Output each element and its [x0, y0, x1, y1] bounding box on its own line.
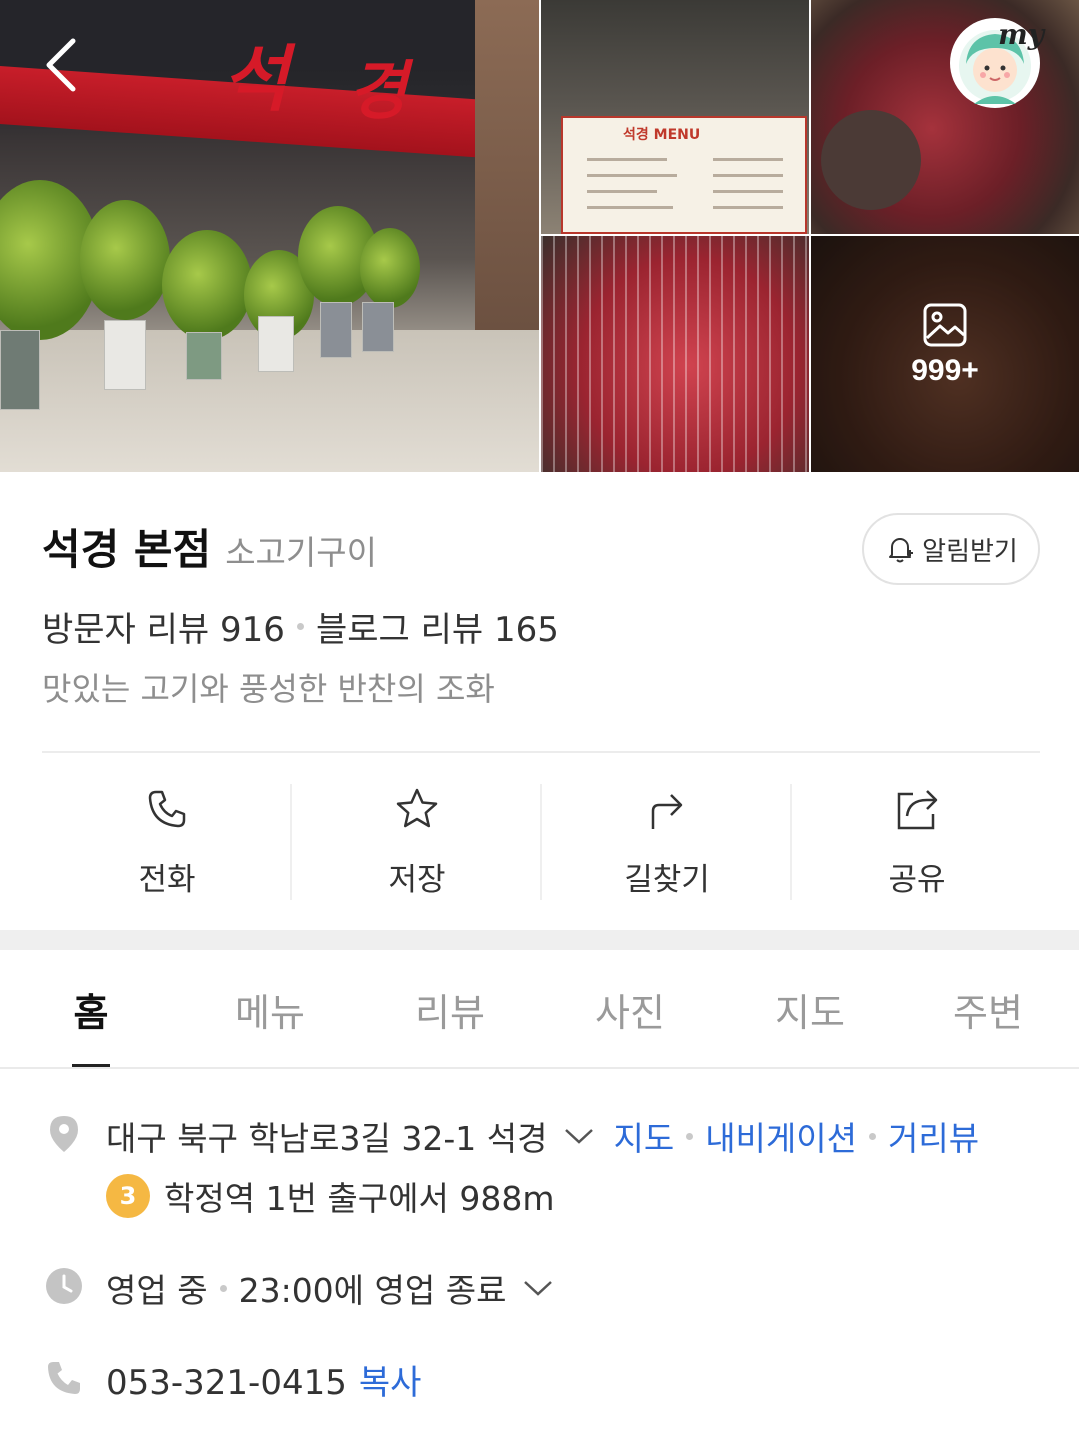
more-photos-tile[interactable]: 999+	[811, 236, 1079, 472]
tab-bar: 홈 메뉴 리뷰 사진 지도 주변	[0, 950, 1079, 1068]
separator-dot	[686, 1132, 694, 1140]
blog-review-link[interactable]: 블로그 리뷰 165	[316, 602, 559, 651]
phone-number[interactable]: 053-321-0415	[106, 1363, 347, 1403]
tab-review[interactable]: 리뷰	[400, 950, 500, 1068]
hours-row[interactable]: 영업 중 23:00에 영업 종료	[106, 1264, 554, 1312]
review-summary: 방문자 리뷰 916 블로그 리뷰 165	[42, 602, 559, 651]
my-profile-button[interactable]: my	[950, 18, 1044, 108]
share-button[interactable]: 공유	[792, 784, 1042, 900]
directions-icon	[651, 794, 683, 829]
call-button[interactable]: 전화	[42, 784, 292, 900]
address-text[interactable]: 대구 북구 학남로3길 32-1 석경	[106, 1112, 547, 1160]
subway-line-badge: 3	[106, 1174, 150, 1218]
menu-board-photo[interactable]: 석경 MENU	[541, 0, 809, 234]
notify-label: 알림받기	[922, 536, 1018, 567]
divider	[0, 1067, 1079, 1069]
notify-button[interactable]: 알림받기	[862, 513, 1040, 585]
directions-button[interactable]: 길찾기	[542, 784, 792, 900]
store-sign-logo: 석	[222, 36, 289, 121]
address-row: 대구 북구 학남로3길 32-1 석경 지도 내비게이션 거리뷰	[106, 1112, 979, 1160]
open-status: 영업 중	[106, 1271, 208, 1310]
location-pin-icon	[44, 1114, 84, 1154]
tab-nearby[interactable]: 주변	[938, 950, 1038, 1068]
tab-map[interactable]: 지도	[760, 950, 860, 1068]
street-view-link[interactable]: 거리뷰	[888, 1112, 979, 1160]
bell-plus-icon	[889, 538, 914, 563]
action-bar: 전화 저장 길찾기 공유	[42, 784, 1042, 900]
subway-info: 3 학정역 1번 출구에서 988m	[106, 1172, 554, 1220]
save-button[interactable]: 저장	[292, 784, 542, 900]
navigation-link[interactable]: 내비게이션	[705, 1112, 857, 1160]
grill-meat-photo[interactable]	[541, 236, 809, 472]
chevron-down-icon[interactable]	[522, 1278, 554, 1298]
tab-menu[interactable]: 메뉴	[220, 950, 320, 1068]
separator-dot	[869, 1132, 876, 1140]
title-row: 석경 본점 소고기구이	[42, 516, 377, 577]
tab-photo[interactable]: 사진	[580, 950, 680, 1068]
place-name: 석경 본점	[42, 525, 212, 574]
map-link[interactable]: 지도	[613, 1112, 674, 1160]
subway-distance: 학정역 1번 출구에서 988m	[164, 1179, 555, 1218]
section-separator	[0, 930, 1079, 950]
phone-row: 053-321-0415 복사	[106, 1355, 421, 1404]
closing-time: 23:00에 영업 종료	[238, 1271, 507, 1310]
photo-grid: 석 경 석경 MENU 999+	[0, 0, 1079, 472]
divider	[290, 784, 292, 900]
chevron-down-icon[interactable]	[563, 1126, 595, 1146]
divider	[790, 784, 792, 900]
separator-dot	[219, 1284, 227, 1292]
star-icon	[396, 788, 438, 828]
phone-icon	[44, 1358, 84, 1398]
photo-count: 999+	[911, 354, 979, 387]
gallery-icon	[923, 303, 967, 347]
place-category: 소고기구이	[225, 533, 377, 572]
chevron-left-icon	[46, 38, 76, 92]
copy-button[interactable]: 복사	[359, 1363, 422, 1403]
phone-icon	[148, 790, 186, 828]
place-description: 맛있는 고기와 풍성한 반찬의 조화	[42, 670, 495, 708]
clock-icon	[44, 1266, 84, 1306]
divider	[42, 751, 1040, 753]
visitor-review-link[interactable]: 방문자 리뷰 916	[42, 602, 285, 651]
divider	[540, 784, 542, 900]
separator-dot	[296, 623, 304, 630]
my-label: my	[998, 18, 1044, 51]
tab-home[interactable]: 홈	[72, 950, 110, 1068]
share-icon	[897, 790, 938, 830]
menu-board: 석경 MENU	[561, 116, 807, 234]
back-button[interactable]	[30, 30, 90, 100]
